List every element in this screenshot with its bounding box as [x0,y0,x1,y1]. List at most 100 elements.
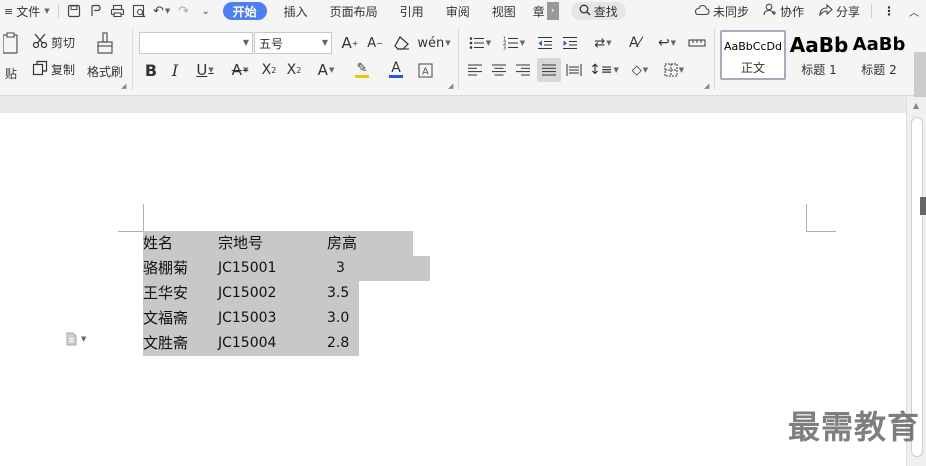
font-name-input[interactable]: ▼ [139,32,253,54]
font-color-icon[interactable]: A [381,59,411,81]
svg-text:3: 3 [503,46,506,51]
shading-icon[interactable]: ◇ ▼ [625,59,655,81]
user-collab-icon [763,3,777,19]
more-tabs-button[interactable]: › [546,2,559,20]
bullet-list-icon[interactable]: ▼ [465,32,495,54]
export-pdf-icon[interactable] [85,0,107,22]
print-preview-icon[interactable] [129,0,151,22]
tab-review[interactable]: 审阅 [435,0,481,22]
divider [714,28,715,90]
align-right-icon[interactable] [512,59,534,81]
table-header-height: 房高 [327,234,358,252]
more-options-icon[interactable]: ⋮ [876,4,902,18]
clipboard-icon [2,32,19,57]
cut-button[interactable]: 剪切 [32,32,75,52]
hamburger-icon: ≡ [4,4,14,18]
dialog-launcher-icon[interactable]: ◢ [448,82,453,90]
align-left-icon[interactable] [464,59,486,81]
search-button[interactable]: 查找 [570,2,626,20]
undo-icon[interactable]: ↶ ▼ [151,0,173,22]
file-menu-label: 文件 [16,4,41,19]
sync-status-button[interactable]: 未同步 [687,3,756,20]
cloud-icon [694,4,710,19]
borders-icon[interactable]: ▼ [659,59,689,81]
underline-icon[interactable]: U ▼ [190,59,220,81]
divider [871,4,872,18]
tab-insert[interactable]: 插入 [273,0,319,22]
highlight-color-bar [355,74,369,78]
collaborate-button[interactable]: 协作 [756,3,811,20]
tab-chapter[interactable]: 章 [527,0,545,22]
table-cell: 骆棚菊 [143,259,189,277]
dialog-launcher-icon[interactable]: ◢ [121,82,126,90]
subscript-icon[interactable]: X2 [283,59,305,81]
paste-button[interactable]: 贴 [0,28,22,86]
italic-icon[interactable]: I [164,59,186,81]
bold-icon[interactable]: B [140,59,162,81]
superscript-icon[interactable]: X2 [258,59,280,81]
table-cell: 3.0 [327,310,350,326]
save-icon[interactable] [63,0,85,22]
increase-indent-icon[interactable] [559,32,581,54]
line-break-icon[interactable]: ↩ ▼ [652,32,682,54]
tab-home[interactable]: 开始 [222,2,267,20]
copy-icon [32,60,48,79]
table-cell: JC15002 [218,285,277,301]
tab-view[interactable]: 视图 [481,0,527,22]
copy-label: 复制 [51,62,76,77]
chevron-down-icon: ▼ [242,38,249,47]
chevron-down-icon: ▼ [321,38,328,47]
numbered-list-icon[interactable]: 1 2 3 ▼ [499,32,529,54]
decrease-font-size-icon[interactable]: A − [364,32,386,54]
side-panel-handle[interactable] [920,197,926,215]
increase-font-size-icon[interactable]: A + [339,32,361,54]
strikethrough-icon[interactable]: A ▼ [225,59,255,81]
copy-button[interactable]: 复制 [32,59,75,79]
document-page[interactable]: 姓名 宗地号 房高 骆棚菊 JC15001 3 王华安 JC15002 3.5 … [0,113,906,466]
menubar-right-group: 未同步 协作 分享 ⋮ ︿ [687,0,926,22]
distributed-align-icon[interactable] [563,59,585,81]
format-painter-button[interactable]: 格式刷 [85,30,125,82]
margin-corner-top-left [118,204,144,232]
text-direction-icon[interactable]: A⁄ [624,32,646,54]
divider [57,4,59,18]
style-normal[interactable]: AaBbCcDd 正文 [720,30,786,80]
table-header-name: 姓名 [143,234,174,252]
tab-references[interactable]: 引用 [389,0,435,22]
line-spacing-icon[interactable]: ↕≡ ▼ [589,59,619,81]
print-icon[interactable] [107,0,129,22]
clear-formatting-icon[interactable] [391,32,413,54]
table-cell: 2.8 [327,335,350,351]
tab-ruler-icon[interactable] [686,32,708,54]
chinese-layout-icon[interactable]: ⇄ ▼ [588,32,618,54]
font-size-value: 五号 [259,36,284,51]
tab-page-layout[interactable]: 页面布局 [319,0,389,22]
character-border-icon[interactable]: A [414,59,436,81]
svg-text:A: A [422,66,429,77]
redo-icon[interactable]: ↷ [173,0,195,22]
divider [132,28,133,90]
document-area: 姓名 宗地号 房高 骆棚菊 JC15001 3 王华安 JC15002 3.5 … [0,97,926,466]
customize-quick-access-icon[interactable]: ⌄ [195,0,217,22]
highlight-color-icon[interactable]: ✎ [347,59,377,81]
style-heading-1[interactable]: AaBb 标题 1 [788,30,850,80]
share-icon [818,3,833,19]
table-cell: 文胜斋 [143,334,189,352]
decrease-indent-icon[interactable] [534,32,556,54]
collaborate-label: 协作 [779,4,804,19]
style-heading-2[interactable]: AaBb 标题 2 [852,30,906,80]
file-menu[interactable]: ≡ 文件 ▼ [0,0,54,22]
font-size-input[interactable]: 五号 ▼ [254,32,332,54]
share-button[interactable]: 分享 [811,3,867,20]
collapse-ribbon-icon[interactable]: ︿ [902,4,926,19]
dialog-launcher-icon[interactable]: ◢ [704,82,709,90]
scissors-icon [32,33,48,52]
paragraph-options-icon[interactable]: ▼ [66,332,86,346]
style-normal-sample: AaBbCcDd [724,40,782,53]
justify-icon[interactable] [537,58,561,82]
paintbrush-icon [96,32,114,57]
text-effects-icon[interactable]: A ▼ [311,59,341,81]
scroll-up-icon[interactable]: ▲ [913,101,919,110]
align-center-icon[interactable] [488,59,510,81]
phonetic-guide-icon[interactable]: wén ▼ [417,32,450,54]
